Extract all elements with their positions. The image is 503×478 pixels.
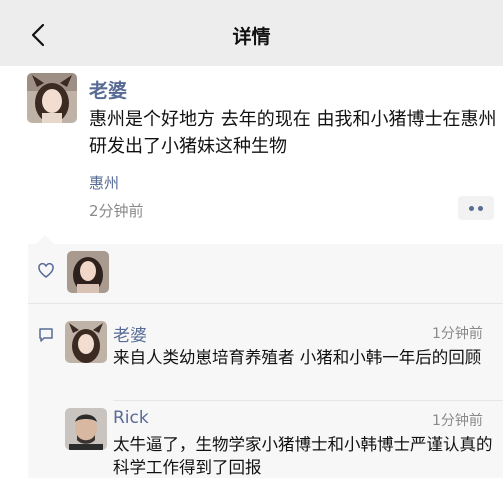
comment-text[interactable]: 来自人类幼崽培育养殖者 小猪和小韩一年后的回顾 [113,346,493,369]
panel-pointer [36,235,54,244]
dot-icon [478,206,483,211]
page-title: 详情 [232,26,271,48]
comment-text[interactable]: 太牛逼了，生物学家小猪博士和小韩博士严谨认真的科学工作得到了回报 [113,433,493,478]
comment-avatar[interactable] [65,321,107,363]
post-location[interactable]: 惠州 [89,172,119,193]
top-bar: 详情 [0,0,503,66]
post-text: 惠州是个好地方 去年的现在 由我和小猪博士在惠州研发出了小猪妹这种生物 [89,109,497,157]
more-options-button[interactable] [458,196,494,220]
liker-avatar[interactable] [67,251,109,293]
comment-author-name[interactable]: 老婆 [113,321,147,346]
comment-author-name[interactable]: Rick [113,408,149,428]
comment-avatar[interactable] [65,408,107,450]
dot-icon [469,206,474,211]
post-time: 2分钟前 [89,202,144,220]
heart-icon [38,263,54,278]
divider [28,303,503,304]
post-author-name[interactable]: 老婆 [89,76,127,103]
post-author-avatar[interactable] [27,73,77,123]
comment-time: 1分钟前 [432,326,483,342]
comment-divider [113,400,503,401]
comment-time: 1分钟前 [432,413,483,429]
comment-icon [39,328,53,342]
